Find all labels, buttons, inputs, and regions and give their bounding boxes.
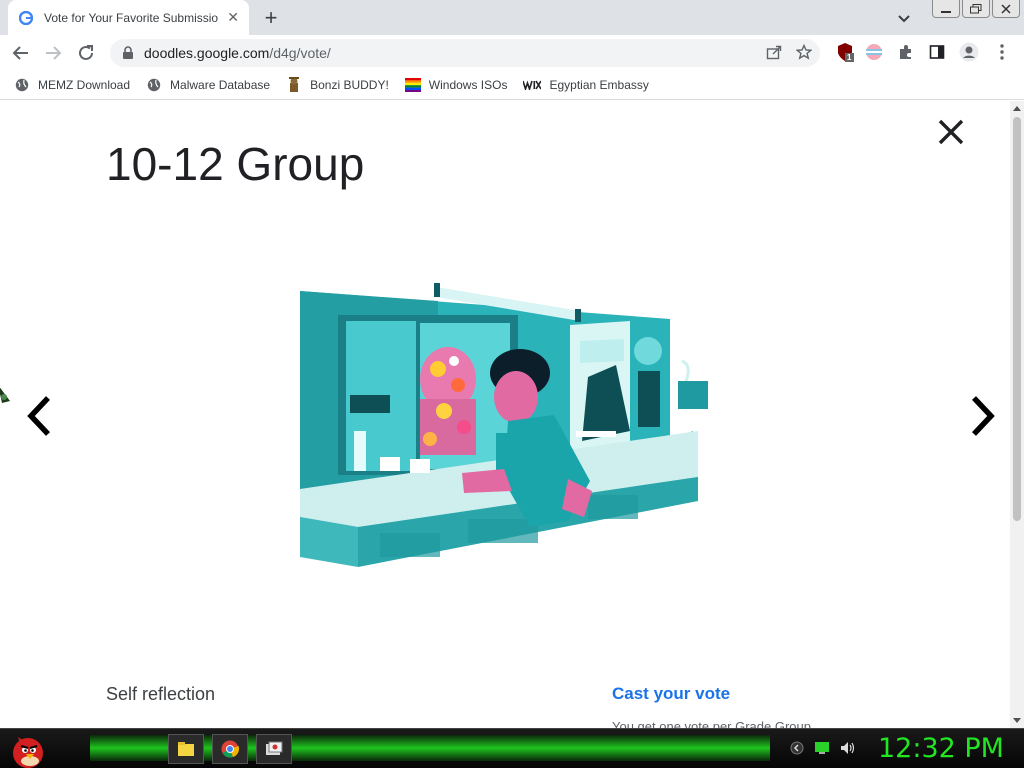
- browser-tab[interactable]: Vote for Your Favorite Submissio ✕: [8, 0, 249, 35]
- forward-arrow-icon: [46, 46, 62, 60]
- vote-instructions: You get one vote per Grade Group: [612, 719, 811, 728]
- flag-extension-icon[interactable]: [863, 41, 885, 63]
- next-submission-button[interactable]: [966, 393, 1000, 439]
- close-icon: [938, 119, 964, 145]
- bookmark-bonzi-buddy[interactable]: Bonzi BUDDY!: [286, 76, 389, 93]
- page-scrollbar[interactable]: [1010, 101, 1024, 728]
- profile-avatar-icon[interactable]: [958, 41, 980, 63]
- restore-button[interactable]: [962, 0, 990, 18]
- scrollbar-thumb[interactable]: [1013, 117, 1021, 521]
- reload-icon: [79, 45, 93, 60]
- taskbar: 12:32 PM: [0, 728, 1024, 768]
- reload-button[interactable]: [73, 40, 99, 66]
- start-button-angry-bird-icon[interactable]: [6, 729, 46, 769]
- tray-expand-icon[interactable]: [790, 741, 804, 755]
- url-text: doodles.google.com/d4g/vote/: [144, 45, 331, 61]
- bookmarks-bar: MEMZ Download Malware Database Bonzi BUD…: [0, 70, 1024, 100]
- address-bar[interactable]: doodles.google.com/d4g/vote/: [110, 39, 820, 67]
- globe-icon: [14, 77, 30, 93]
- doodle-vote-page: 10-12 Group Self reflection Cast your vo…: [0, 101, 1010, 728]
- network-icon[interactable]: [814, 741, 830, 755]
- page-title: 10-12 Group: [106, 138, 365, 190]
- system-tray: [790, 741, 856, 755]
- browser-toolbar: doodles.google.com/d4g/vote/ 1: [0, 35, 1024, 70]
- bookmark-windows-isos[interactable]: Windows ISOs: [404, 77, 507, 93]
- side-panel-icon[interactable]: [926, 41, 948, 63]
- bookmark-memz[interactable]: MEMZ Download: [14, 77, 130, 93]
- previous-submission-button[interactable]: [22, 393, 56, 439]
- ublock-extension-icon[interactable]: 1: [834, 41, 856, 63]
- folder-icon: [178, 742, 194, 756]
- taskbar-chrome-button[interactable]: [212, 734, 248, 764]
- doodle-artwork-image: [298, 281, 714, 567]
- share-icon[interactable]: [766, 44, 782, 60]
- globe-icon: [146, 77, 162, 93]
- forward-button[interactable]: [40, 40, 66, 66]
- bonzi-icon: [286, 76, 302, 93]
- back-button[interactable]: [8, 40, 34, 66]
- back-arrow-icon: [12, 46, 28, 60]
- close-dialog-button[interactable]: [934, 115, 968, 149]
- tab-title: Vote for Your Favorite Submissio: [44, 10, 219, 25]
- scroll-down-icon[interactable]: [1013, 718, 1021, 723]
- wix-icon: [523, 77, 542, 93]
- new-tab-button[interactable]: +: [258, 5, 284, 31]
- extensions-puzzle-icon[interactable]: [895, 41, 917, 63]
- chevron-right-icon: [972, 396, 995, 436]
- tab-search-icon[interactable]: [894, 8, 914, 28]
- windows-flag-icon: [404, 77, 421, 93]
- window-controls: [932, 0, 1020, 18]
- menu-kebab-icon[interactable]: [991, 41, 1013, 63]
- minimize-button[interactable]: [932, 0, 960, 18]
- submission-caption: Self reflection: [106, 684, 216, 704]
- scroll-up-icon[interactable]: [1013, 106, 1021, 111]
- app-window-icon: [266, 741, 283, 755]
- taskbar-app-button[interactable]: [256, 734, 292, 764]
- bookmark-egyptian-embassy[interactable]: Egyptian Embassy: [523, 77, 649, 93]
- bookmark-star-icon[interactable]: [796, 44, 812, 60]
- tab-close-icon[interactable]: ✕: [227, 9, 239, 26]
- close-window-button[interactable]: [992, 0, 1020, 18]
- taskbar-clock[interactable]: 12:32 PM: [878, 733, 1004, 764]
- lock-icon: [123, 46, 133, 59]
- taskbar-file-explorer-button[interactable]: [168, 734, 204, 764]
- chevron-left-icon: [27, 396, 50, 436]
- cast-vote-heading: Cast your vote: [612, 684, 731, 703]
- cursor-artifact-icon: [0, 381, 16, 409]
- extension-badge: 1: [847, 53, 852, 62]
- tab-strip: Vote for Your Favorite Submissio ✕ +: [0, 0, 1024, 35]
- chrome-icon: [221, 740, 239, 758]
- google-favicon-icon: [18, 10, 34, 26]
- volume-icon[interactable]: [840, 741, 856, 755]
- bookmark-malware-database[interactable]: Malware Database: [146, 77, 270, 93]
